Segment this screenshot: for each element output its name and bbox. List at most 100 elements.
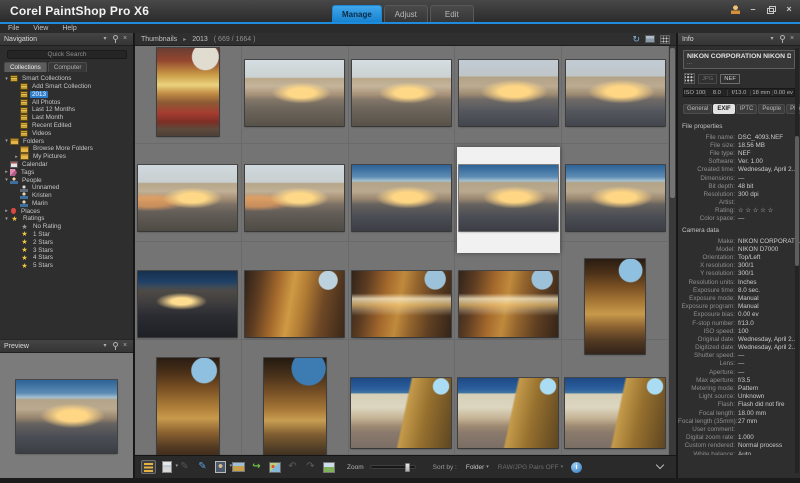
scrollbar-thumb[interactable] (670, 48, 675, 198)
minimize-button[interactable] (748, 5, 758, 14)
format-badge-jpg[interactable]: JPG (698, 74, 717, 84)
close-icon[interactable] (788, 35, 796, 43)
breadcrumb-folder[interactable]: 2013 (192, 36, 208, 43)
tree-item-recent-edited[interactable]: Recent Edited (0, 122, 133, 130)
close-icon[interactable] (121, 342, 129, 350)
rotate-thumbnails-icon[interactable]: ↻ (632, 35, 640, 44)
map-edit-icon[interactable] (267, 460, 282, 474)
info-card-icon[interactable]: ▾ (159, 460, 174, 474)
panel-menu-icon[interactable] (768, 35, 776, 43)
tree-item-browse-more-folders[interactable]: Browse More Folders (0, 145, 133, 153)
thumbnail-scrollbar[interactable] (669, 46, 676, 455)
tree-item-videos[interactable]: Videos (0, 130, 133, 138)
close-button[interactable] (784, 5, 794, 14)
tree-item-1-star[interactable]: ★1 Star (0, 231, 133, 239)
menu-help[interactable]: Help (62, 25, 76, 32)
tree-item-last-12-months[interactable]: Last 12 Months (0, 106, 133, 114)
preview-mode-icon[interactable] (645, 35, 655, 43)
mode-tab-edit[interactable]: Edit (430, 5, 474, 22)
zoom-slider[interactable] (370, 465, 416, 469)
tree-item-folders[interactable]: ▾Folders (0, 137, 133, 145)
photo-thumbnail[interactable] (245, 271, 344, 337)
mode-tab-manage[interactable]: Manage (332, 5, 382, 22)
tree-item-people[interactable]: ▾People (0, 176, 133, 184)
tree-item-smart-collections[interactable]: ▾Smart Collections (0, 75, 133, 83)
panel-menu-icon[interactable] (101, 342, 109, 350)
expander-icon[interactable]: ▸ (13, 154, 20, 160)
expander-icon[interactable]: ▸ (3, 208, 10, 214)
people-tag-icon[interactable]: ▾ (213, 460, 228, 474)
photo-thumbnail[interactable] (566, 165, 665, 231)
info-scrollbar[interactable] (795, 48, 799, 473)
photo-thumbnail[interactable] (458, 378, 558, 448)
info-tab-people[interactable]: People (758, 104, 785, 114)
info-tab-exif[interactable]: EXIF (713, 104, 734, 114)
expander-icon[interactable]: ▸ (3, 169, 10, 175)
raw-jpg-pairs-dropdown[interactable]: RAW/JPG Pairs OFF ▾ (498, 464, 563, 471)
photo-thumbnail[interactable] (138, 165, 237, 231)
info-tab-general[interactable]: General (683, 104, 712, 114)
info-tab-iptc[interactable]: IPTC (736, 104, 758, 114)
user-account-icon[interactable] (731, 5, 740, 14)
tree-item-tags[interactable]: ▸Tags (0, 169, 133, 177)
photo-frame-icon[interactable] (231, 460, 246, 474)
breadcrumb-view[interactable]: Thumbnails (141, 36, 177, 43)
tree-item-last-month[interactable]: Last Month (0, 114, 133, 122)
collage-green-icon[interactable] (321, 460, 336, 474)
pen-blue-icon[interactable]: ✎ (195, 460, 210, 474)
photo-thumbnail[interactable] (459, 271, 558, 337)
tree-item-4-stars[interactable]: ★4 Stars (0, 254, 133, 262)
tree-item-marin[interactable]: Marin (0, 200, 133, 208)
tree-item-all-photos[interactable]: All Photos (0, 98, 133, 106)
pin-icon[interactable] (112, 342, 118, 350)
photo-thumbnail[interactable] (352, 60, 451, 126)
expander-icon[interactable]: ▾ (3, 177, 10, 183)
format-badge-nef[interactable]: NEF (720, 74, 740, 84)
share-green-icon[interactable]: ↪ (249, 460, 264, 474)
expander-icon[interactable]: ▾ (3, 138, 10, 144)
tree-item-unnamed[interactable]: Unnamed (0, 184, 133, 192)
selected-thumbnail[interactable] (457, 147, 560, 253)
scrollbar-thumb[interactable] (795, 136, 799, 266)
photo-thumbnail[interactable] (566, 60, 665, 126)
photo-thumbnail[interactable] (157, 48, 219, 136)
photo-thumbnail[interactable] (351, 378, 451, 448)
pen-gray-icon[interactable]: ✎ (177, 460, 192, 474)
grid-mode-icon[interactable] (660, 35, 670, 44)
photo-thumbnail[interactable] (138, 271, 237, 337)
tree-item-2-stars[interactable]: ★2 Stars (0, 239, 133, 247)
info-toggle-icon[interactable]: i (571, 462, 582, 473)
tree-item-5-stars[interactable]: ★5 Stars (0, 262, 133, 270)
sort-by-dropdown[interactable]: Folder ▾ (466, 464, 489, 471)
panel-menu-icon[interactable] (101, 35, 109, 43)
rotate-right-icon[interactable]: ↷ (303, 460, 318, 474)
quick-search-input[interactable] (7, 50, 127, 59)
nav-tab-collections[interactable]: Collections (4, 62, 47, 72)
close-icon[interactable] (121, 35, 129, 43)
rotate-left-icon[interactable]: ↶ (285, 460, 300, 474)
photo-thumbnail[interactable] (352, 165, 451, 231)
restore-button[interactable] (766, 5, 776, 14)
menu-view[interactable]: View (33, 25, 48, 32)
pin-icon[interactable] (112, 35, 118, 43)
photo-thumbnail[interactable] (245, 165, 344, 231)
photo-thumbnail[interactable] (245, 60, 344, 126)
menu-file[interactable]: File (8, 25, 19, 32)
expander-icon[interactable]: ▾ (3, 76, 10, 82)
tree-item-3-stars[interactable]: ★3 Stars (0, 247, 133, 255)
tree-item-kristen[interactable]: Kristen (0, 192, 133, 200)
nav-tab-computer[interactable]: Computer (48, 62, 88, 72)
tree-item-ratings[interactable]: ▾★Ratings (0, 215, 133, 223)
collapse-tray-chevron-icon[interactable] (656, 462, 664, 470)
tree-item-places[interactable]: ▸Places (0, 208, 133, 216)
thumbnail-list-icon[interactable] (141, 460, 156, 474)
mode-tab-adjust[interactable]: Adjust (384, 5, 428, 22)
photo-thumbnail[interactable] (264, 358, 326, 455)
photo-thumbnail[interactable] (459, 60, 558, 126)
tree-item-calendar[interactable]: Calendar (0, 161, 133, 169)
photo-thumbnail[interactable] (565, 378, 665, 448)
zoom-slider-thumb[interactable] (405, 463, 410, 472)
expander-icon[interactable]: ▾ (3, 216, 10, 222)
tree-item-add-smart-collection[interactable]: Add Smart Collection (0, 83, 133, 91)
thumbnail-grid-icon[interactable] (684, 73, 695, 84)
